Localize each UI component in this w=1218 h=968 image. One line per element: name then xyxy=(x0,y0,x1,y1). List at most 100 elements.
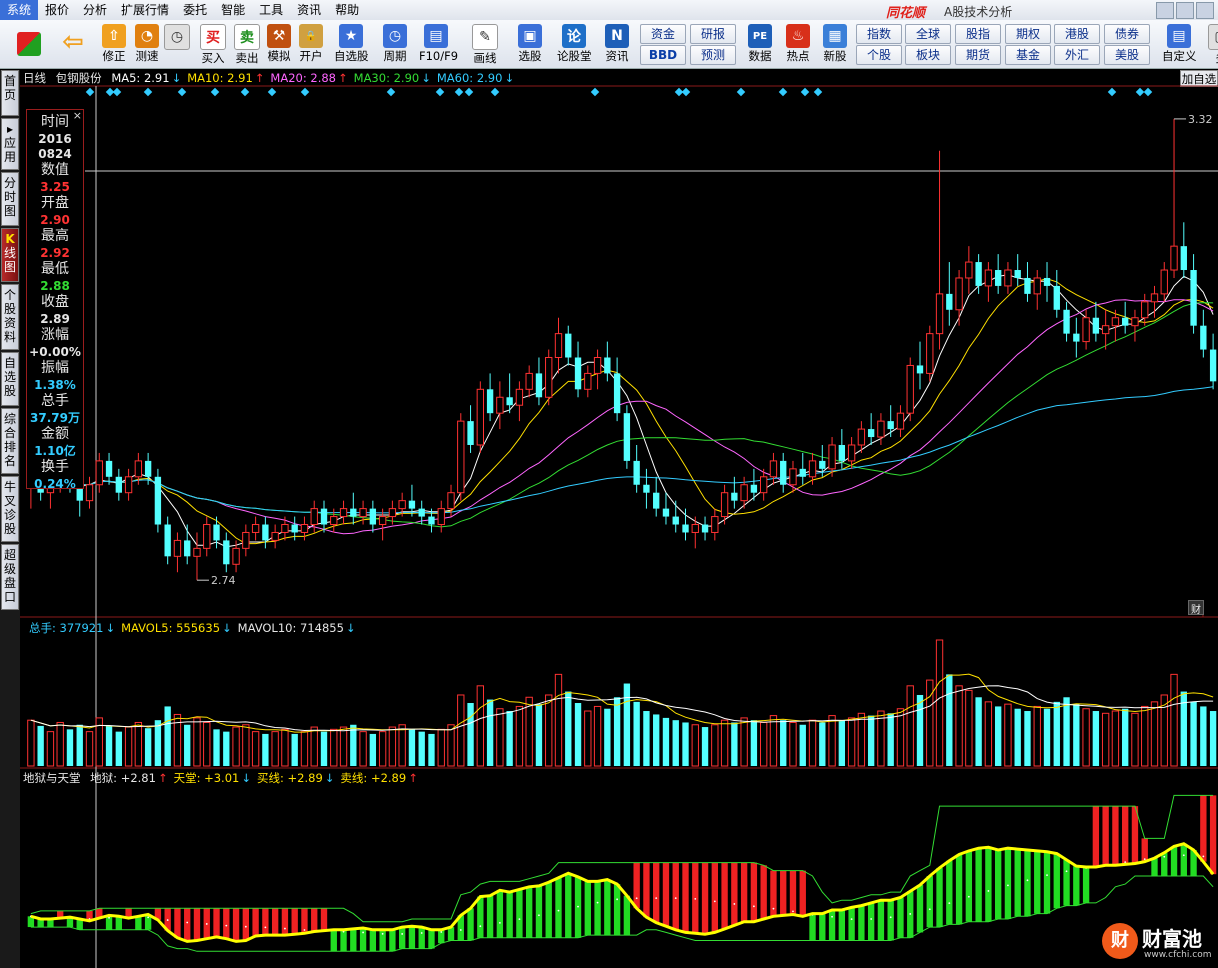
indicator-bar-red xyxy=(271,908,279,936)
sell-line-dot xyxy=(948,902,951,904)
sell-line-dot xyxy=(303,929,306,931)
candle-body xyxy=(847,444,856,462)
volume-bar xyxy=(1209,711,1217,766)
volume-bar xyxy=(1053,701,1060,766)
candle-body xyxy=(1043,277,1051,286)
sell-line-dot xyxy=(362,931,364,934)
indicator-bar-red xyxy=(672,862,679,930)
indicator-bar-green xyxy=(428,929,435,949)
candle-body xyxy=(1092,317,1100,334)
indicator-bar-green xyxy=(594,881,601,936)
legend-item: 地狱: +2.81 ↑ xyxy=(90,771,168,785)
candle-body xyxy=(701,524,709,533)
trend-arrow-icon: ↓ xyxy=(345,621,356,635)
data-value: 2.89 xyxy=(40,312,70,326)
event-marker-icon xyxy=(267,87,277,97)
indicator-bar-red xyxy=(662,862,670,927)
sell-line-dot xyxy=(440,931,443,933)
volume-bar xyxy=(750,720,758,766)
indicator-bar-red xyxy=(1092,806,1100,868)
candle-body xyxy=(1082,317,1090,343)
indicator-bar-red xyxy=(1112,806,1119,866)
volume-bar xyxy=(271,731,279,767)
candle-body xyxy=(506,397,513,406)
event-marker-icon xyxy=(85,87,95,97)
candle-body xyxy=(1014,270,1021,278)
volume-bar xyxy=(653,714,660,766)
indicator-bar-green xyxy=(604,879,611,936)
candle-body xyxy=(154,476,162,525)
candle-body xyxy=(223,540,230,565)
sell-line-dot xyxy=(244,925,247,928)
volume-bar xyxy=(251,731,260,767)
indicator-bar-red xyxy=(1122,806,1129,865)
volume-bar xyxy=(320,731,328,766)
candle-body xyxy=(144,460,152,477)
finance-badge[interactable]: 财 xyxy=(1188,600,1204,616)
event-marker-icon xyxy=(1143,87,1153,97)
indicator-bar-green xyxy=(613,884,621,936)
volume-bar xyxy=(887,713,894,766)
volume-bar xyxy=(66,729,74,766)
volume-bar xyxy=(1101,712,1110,767)
candle-body xyxy=(115,476,122,493)
candle-body xyxy=(164,524,171,557)
event-marker-icon xyxy=(778,87,788,97)
candle-body xyxy=(291,524,298,533)
indicator-bar-red xyxy=(213,908,220,937)
watermark-url: www.cfchi.com xyxy=(1144,950,1212,960)
indicator-bar-green xyxy=(897,897,904,938)
candle-body xyxy=(535,373,543,398)
candle-body xyxy=(1033,277,1041,295)
indicator-bar-red xyxy=(701,862,709,935)
volume-bar xyxy=(76,724,83,766)
indicator-bar-red xyxy=(174,908,181,938)
data-value: 2.92 xyxy=(40,246,70,260)
candle-body xyxy=(584,372,592,390)
sell-line-dot xyxy=(166,919,169,921)
candle-body xyxy=(1101,325,1110,335)
volume-bar xyxy=(223,731,230,766)
candle-body xyxy=(613,373,621,414)
indicator-bar-green xyxy=(555,877,562,938)
candle-body xyxy=(467,421,474,445)
candle-body xyxy=(388,508,397,518)
candle-body xyxy=(350,508,357,517)
volume-bar xyxy=(789,721,797,767)
candle-body xyxy=(105,460,113,477)
sell-line-dot xyxy=(205,923,208,925)
indicator-bar-green xyxy=(565,873,572,938)
volume-bar xyxy=(759,721,768,767)
volume-bar xyxy=(1004,703,1012,767)
legend-value: 714855 xyxy=(300,621,344,635)
indicator-bar-red xyxy=(682,862,689,933)
trend-arrow-icon: ↓ xyxy=(222,621,232,635)
volume-bar xyxy=(154,720,162,766)
indicator-bar-green xyxy=(955,854,963,925)
candle-body xyxy=(838,444,846,461)
sell-line-dot xyxy=(1163,855,1166,858)
indicator-bar-green xyxy=(506,892,513,938)
candle-body xyxy=(262,524,269,541)
trend-arrow-icon: ↓ xyxy=(324,771,335,785)
legend-value: +3.01 xyxy=(204,771,240,785)
sell-line-dot xyxy=(108,916,110,919)
volume-bar xyxy=(545,694,553,767)
indicator-bar-green xyxy=(623,895,631,936)
candle-body xyxy=(1111,317,1120,327)
sell-line-dot xyxy=(694,897,697,900)
sell-line-dot xyxy=(1065,870,1068,873)
indicator-bar-red xyxy=(311,908,318,932)
legend-value: +2.81 xyxy=(120,771,156,785)
indicator-bar-green xyxy=(418,927,425,949)
candle-body xyxy=(1141,301,1149,319)
volume-title: 总手: 377921 ↓ MAVOL5: 555635 ↓ MAVOL10: 71485… xyxy=(23,621,356,635)
candle-body xyxy=(545,357,553,398)
volume-bar xyxy=(1033,705,1041,767)
candle-body xyxy=(887,421,894,430)
legend-value: +2.89 xyxy=(287,771,323,785)
indicator-bar-green xyxy=(994,850,1002,919)
volume-bar xyxy=(565,691,572,766)
volume-bar xyxy=(935,639,944,767)
candle-body xyxy=(593,357,602,374)
